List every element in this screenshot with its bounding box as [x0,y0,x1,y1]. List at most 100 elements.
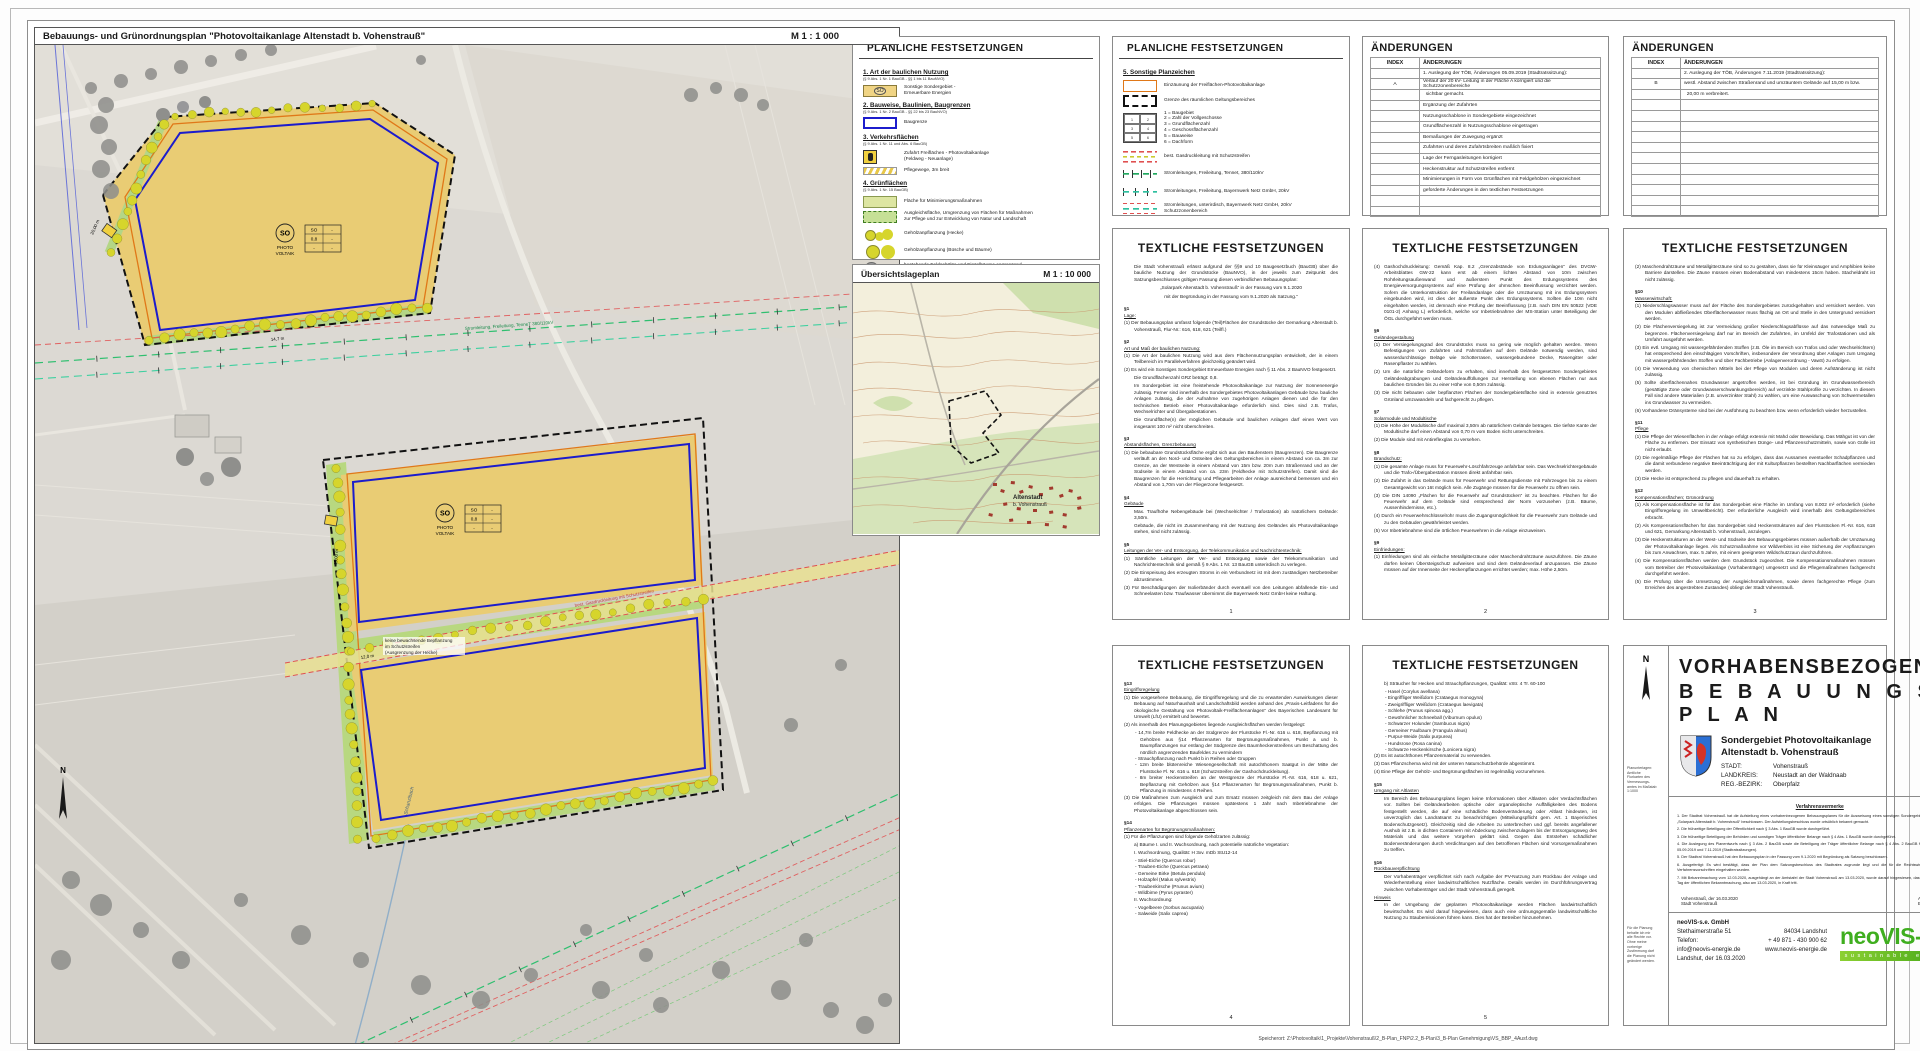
legend2-body: 5. Sonstige Planzeichen Einzäunung der F… [1113,59,1349,225]
table-row [1370,205,1601,218]
section-heading: Solarmodule und Modultische [1374,416,1437,422]
paragraph: (2) Um die natürliche Geländeform zu erh… [1374,370,1597,389]
firm-street: Stethaimerstraße 51 [1677,929,1732,936]
annotation-schutzstreifen: keine bewachsende Bepflanzung im Schutzs… [383,637,465,655]
table-row: Lage der Ferngasleitungen korrigiert [1370,152,1601,165]
stromu-symbol [1123,202,1157,217]
buesche-symbol [863,244,897,259]
svg-text:N: N [60,766,66,775]
page-number: 4 [1229,1015,1233,1021]
firm-phone-label: Telefon: [1677,938,1699,945]
legend-item-label: Zufahrt Freiflächen - Photovoltaikanlage… [904,150,990,162]
uebersicht-topo-map: Altenstadt b. Vohenstrauß [852,282,1100,535]
verfahrensvermerke: Verfahrensvermerke 1. Der Stadtrat Vohen… [1669,797,1920,893]
paragraph: a) Bäume I. und II. Wuchsordnung, nach p… [1134,842,1290,848]
section-heading: Abstandsflächen, Grenzbebauung [1124,443,1196,449]
neovis-logo: neoVIS-s.e. sustainable energy [1840,923,1920,961]
uebersichtslageplan-panel: Übersichtslageplan M 1 : 10 000 Altensta… [852,264,1100,536]
paragraph: (4) Durch ein Feuerwehrschlüsselrohr mus… [1374,514,1597,526]
svg-text:(Ausgrenzung der Hecke): (Ausgrenzung der Hecke) [385,650,438,655]
section-heading: Lage: [1124,313,1136,319]
page-number: 3 [1753,609,1757,615]
table-row: 2. Auslegung der TÖB, Änderungen 7.11.20… [1631,67,1879,80]
legend-section-heading: 1. Art der baulichen Nutzung [863,69,949,76]
paragraph: (2) Maschendrahtzäune und Metallgitterzä… [1635,265,1875,283]
paragraph: (4) Die Kompensationsflächen werden dem … [1635,559,1875,578]
text-panel-body: (4) Gashochdruckleitung: Gemäß Kap. 8.2 … [1363,265,1608,575]
paragraph: Die Stadt Vohenstrauß erlässt aufgrund d… [1134,265,1338,283]
legend-item-label: Stromleitungen, unterirdisch, Bayernwerk… [1164,203,1292,215]
strom20-symbol [1123,184,1157,199]
page-number: 1 [1229,609,1233,615]
aenderungen1-table: INDEX ÄNDERUNGEN 1. Auslegung der TÖB, Ä… [1370,57,1601,218]
text-panel-title: TEXTLICHE FESTSETZUNGEN [1661,241,1849,255]
uebersicht-titlebar: Übersichtslageplan M 1 : 10 000 [853,265,1099,283]
legend2-heading: 5. Sonstige Planzeichen [1123,69,1195,76]
paragraph: (4) Eine Pflege der Gehölz- und Begrünun… [1374,770,1546,776]
legend2-title: PLANLICHE FESTSETZUNGEN [1119,37,1343,59]
section-heading: Einfriedungen: [1374,547,1405,553]
paragraph: II. Wuchsordnung: [1134,897,1173,903]
paragraph: (2) Die regelmäßige Pflege der Flächen h… [1635,455,1875,474]
page-number: 2 [1483,609,1488,615]
table-row: Ergänzung der Zufahrten [1370,99,1601,112]
table-row: Heckenstruktur auf Schutzstreifen entfer… [1370,163,1601,175]
paragraph: (1) Der Versiegelungsgrad des Grundstück… [1374,342,1597,368]
aenderungen2-title: ÄNDERUNGEN [1632,42,1714,54]
text-panel-title: TEXTLICHE FESTSETZUNGEN [1392,241,1579,255]
legend-item: Ausgleichsfläche, Umgrenzung von Flächen… [863,211,1089,223]
paragraph: (2) Die Zufahrt in das Gelände muss für … [1374,479,1597,491]
paragraph: (1) Die bebaubare Grundstücksfläche ergi… [1124,450,1338,489]
north-arrow-icon: N [1642,654,1650,700]
legend-section-paragraph-ref: (§ 9 Abs. 1 Nr. 11 und Abs. 6 BauGB) [863,141,928,146]
legend-planliche-1: PLANLICHE FESTSETZUNGEN 1. Art der bauli… [852,36,1100,277]
paragraph: (1) Die Pflege der Wiesenflächen in der … [1635,434,1876,453]
legend1-body: 1. Art der baulichen Nutzung (§ 9 Abs. 1 … [853,59,1099,284]
neovis-logo-text: neoVIS-s.e. [1840,922,1920,949]
page-number: 5 [1483,1015,1488,1021]
paragraph: (5) Die Prüfung über die Umsetzung der A… [1635,579,1875,592]
section-heading: Art und Maß der baulichen Nutzung: [1124,346,1201,352]
table-row [1370,195,1601,207]
map-scale: M 1 : 1 000 [790,30,839,42]
paragraph: (1) Sämtliche Leitungen der Ver- und Ent… [1124,556,1338,569]
svg-text:SO: SO [280,231,291,238]
aenderungen-table-1: ÄNDERUNGEN INDEX ÄNDERUNGEN 1. Auslegung… [1362,36,1609,218]
paragraph: (2) Es ist autochthones Pflanzenmaterial… [1374,754,1492,760]
section-heading: Leitungen der Ver- und Entsorgung, der T… [1124,549,1302,555]
section-heading: Brandschutz: [1374,457,1402,463]
paragraph: 8m breiter Heckenstreifen an der Westgre… [1124,776,1338,795]
firm-box: neoVIS-s.e. GmbH Stethaimerstraße 51 8403… [1669,913,1920,970]
strom380-symbol [1123,167,1157,182]
file-path: Speicherort: Z:\Photovoltaik\1_Projekte\… [1258,1035,1538,1042]
paragraph: (5) Vor Inbetriebnahme sind die örtliche… [1374,528,1547,534]
section-heading: Gebäude [1124,502,1144,508]
legend-item-label: Baugrenze [904,120,928,125]
legend-section-heading: 4. Grünflächen [863,180,908,187]
village-label-1: Altenstadt [1013,495,1042,501]
aenderungen-table-2: ÄNDERUNGEN INDEX ÄNDERUNGEN 2. Auslegung… [1623,36,1887,217]
paragraph: mit der Begründung in der Fassung vom 9.… [1164,294,1298,300]
legend-item: Baugrenze [863,117,1089,129]
legend-section-heading: 2. Bauweise, Baulinien, Baugrenzen [863,101,971,109]
table-row: Grundflächenzahl in Nutzungsschablone ei… [1370,120,1601,133]
svg-text:SO: SO [440,511,451,518]
firm-city: 84034 Landshut [1783,929,1827,936]
planunterlagen-note: Planunterlagen: Amtliche Flurkarten des … [1627,766,1657,794]
paragraph: (1) Die vorgesehene Bebauung, die Eingri… [1124,695,1338,721]
svg-text:PHOTO: PHOTO [277,245,294,250]
paragraph: Max. Traufhöhe Nebengebäude bei (Wechsel… [1134,509,1338,521]
site-plan-panel: Bebauungs- und Grünordnungsplan "Photovo… [34,27,900,1044]
section-heading: Geländegestaltung [1374,335,1414,341]
paragraph: In der Umgebung der geplanten Photovolta… [1384,903,1597,921]
text-panel-title: TEXTLICHE FESTSETZUNGEN [1137,241,1325,255]
legend-item-label: Ausgleichsfläche, Umgrenzung von Flächen… [904,211,1033,222]
village-label-2: b. Vohenstrauß [1013,502,1047,508]
legend-section-paragraph-ref: (§ 9 Abs. 1 Nr. 15 BauGB) [863,187,908,192]
vermerk-item: 1. Der Stadtrat Vohenstrauß hat die Aufs… [1677,814,1920,824]
paragraph: (4) Die Verwendung von chemischen Mittel… [1635,366,1875,379]
firm-email: info@neovis-energie.de [1677,947,1741,954]
legend-item-label: Stromleitungen, Freileitung, Bayernwerk … [1164,188,1290,194]
text-panel-body: b) Sträucher für Hecken und Strauchpflan… [1363,682,1608,922]
legend-section-paragraph-ref: (§ 9 Abs. 1 Nr. 2 BauGB - §§ 22 bis 23 B… [863,108,947,114]
